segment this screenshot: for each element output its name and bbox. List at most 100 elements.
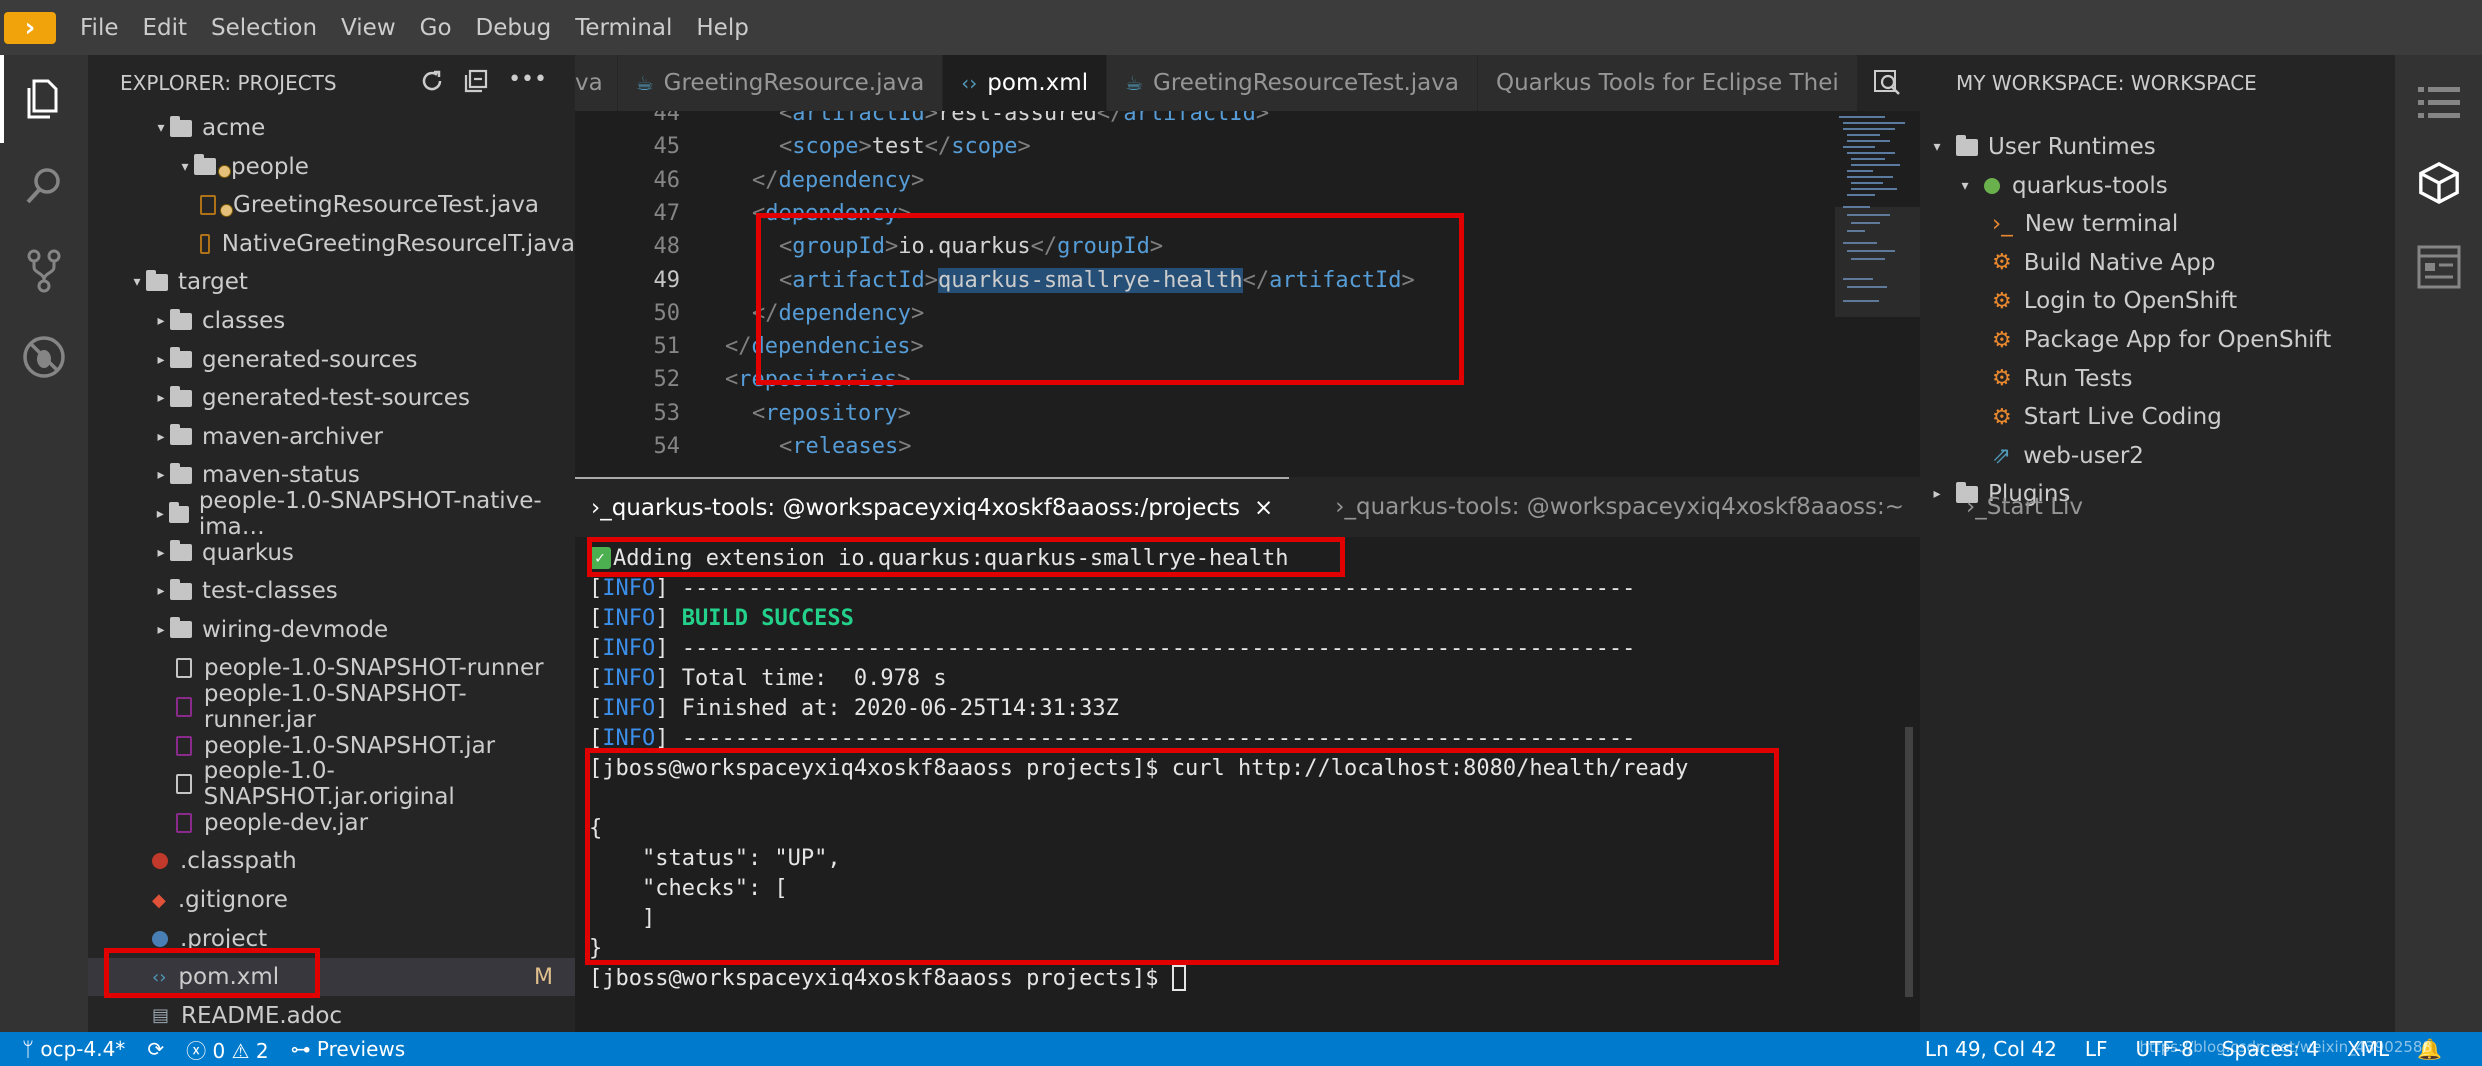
code-line[interactable]: 46 </dependency>	[575, 164, 1920, 197]
menu-help[interactable]: Help	[696, 15, 748, 41]
workspace-item[interactable]: ⚙ Run Tests	[1920, 360, 2395, 398]
terminal-tab[interactable]: ›_ quarkus-tools: @workspaceyxiq4xoskf8a…	[1319, 477, 1920, 537]
tree-item[interactable]: ◆ .gitignore	[88, 881, 575, 919]
tree-item[interactable]: people-1.0-SNAPSHOT-runner.jar	[88, 681, 575, 733]
menu-view[interactable]: View	[341, 15, 396, 41]
search-icon[interactable]	[22, 163, 66, 207]
chevron-down-icon[interactable]: ▾	[1956, 178, 1974, 194]
workspace-item[interactable]: ›_ New terminal	[1920, 205, 2395, 243]
code-editor[interactable]: 44 <artifactId>rest-assured</artifactId> 4…	[575, 111, 1920, 477]
folder-icon	[146, 269, 168, 291]
tree-item[interactable]: ▾ acme	[88, 109, 575, 147]
code-line[interactable]: 51 </dependencies>	[575, 330, 1920, 363]
more-actions-icon[interactable]: •••	[508, 69, 547, 98]
editor-tab[interactable]: Quarkus Tools for Eclipse Thei	[1477, 55, 1858, 111]
code-line[interactable]: 49 <artifactId>quarkus-smallrye-health</a…	[575, 264, 1920, 297]
menu-terminal[interactable]: Terminal	[575, 15, 672, 41]
code-line[interactable]: 47 <dependency>	[575, 197, 1920, 230]
previews-item[interactable]: ⊶ Previews	[291, 1037, 406, 1061]
code-line[interactable]: 45 <scope>test</scope>	[575, 130, 1920, 163]
tree-item[interactable]: .project	[88, 920, 575, 958]
tree-item[interactable]: ▸ test-classes	[88, 572, 575, 610]
explorer-files-icon[interactable]	[22, 77, 66, 121]
tree-item[interactable]: ▸ maven-archiver	[88, 418, 575, 456]
workspace-item[interactable]: ▾ quarkus-tools	[1920, 167, 2395, 205]
tree-item[interactable]: ▾ people	[88, 148, 575, 186]
outline-list-icon[interactable]	[2417, 81, 2461, 125]
menu-file[interactable]: File	[80, 15, 119, 41]
chevron-right-icon[interactable]: ▸	[152, 545, 170, 561]
editor-tab[interactable]: ‹› pom.xml	[943, 55, 1108, 111]
tree-item[interactable]: people-1.0-SNAPSHOT.jar.original	[88, 758, 575, 810]
chevron-right-icon[interactable]: ▸	[152, 313, 170, 329]
tree-item[interactable]: ▸ wiring-devmode	[88, 611, 575, 649]
code-line[interactable]: 53 <repository>	[575, 397, 1920, 430]
code-line[interactable]: 48 <groupId>io.quarkus</groupId>	[575, 230, 1920, 263]
menu-edit[interactable]: Edit	[143, 15, 188, 41]
workspace-item[interactable]: ⚙ Package App for OpenShift	[1920, 321, 2395, 359]
chevron-down-icon[interactable]: ▾	[1928, 139, 1946, 155]
workspace-item[interactable]: ⇗ web-user2	[1920, 437, 2395, 475]
source-control-icon[interactable]	[22, 249, 66, 293]
tree-item[interactable]: ▾ target	[88, 263, 575, 301]
java-file-icon: ☕	[635, 71, 654, 95]
tree-item[interactable]: ▸ generated-test-sources	[88, 379, 575, 417]
refresh-icon[interactable]	[420, 69, 444, 98]
tree-item[interactable]: ▤ README.adoc	[88, 997, 575, 1035]
debug-icon[interactable]	[22, 335, 66, 379]
branch-name: ocp-4.4*	[40, 1037, 126, 1061]
problems-item[interactable]: ⓧ 0 ⚠ 2	[186, 1035, 268, 1064]
terminal-scrollbar[interactable]	[1905, 727, 1913, 997]
chevron-right-icon[interactable]: ▸	[152, 622, 170, 638]
terminal-tab[interactable]: ›_ Start Liv	[1950, 477, 2099, 537]
close-icon[interactable]: ×	[1254, 495, 1273, 521]
workspace-item[interactable]: ▾ User Runtimes	[1920, 128, 2395, 166]
tree-item[interactable]: NativeGreetingResourceIT.java	[88, 225, 575, 263]
terminal[interactable]: ✓ Adding extension io.quarkus:quarkus-sma…	[575, 537, 1920, 1032]
workspace-item[interactable]: ⚙ Login to OpenShift	[1920, 282, 2395, 320]
preview-panel-icon[interactable]	[2417, 245, 2461, 289]
chevron-right-icon[interactable]: ▸	[152, 467, 170, 483]
chevron-right-icon[interactable]: ▸	[1928, 486, 1946, 502]
menu-selection[interactable]: Selection	[211, 15, 317, 41]
chevron-right-icon[interactable]: ▸	[152, 429, 170, 445]
tree-item[interactable]: .classpath	[88, 842, 575, 880]
workspace-item[interactable]: ⚙ Build Native App	[1920, 244, 2395, 282]
collapse-all-icon[interactable]	[464, 69, 488, 98]
sync-icon[interactable]: ⟳	[147, 1037, 164, 1061]
editor-tab[interactable]: ☕ GreetingResource.java	[617, 55, 944, 111]
editor-tab[interactable]: va	[575, 55, 618, 111]
cursor-position[interactable]: Ln 49, Col 42	[1925, 1037, 2057, 1061]
chevron-down-icon[interactable]: ▾	[128, 274, 146, 290]
menu-go[interactable]: Go	[420, 15, 452, 41]
app-logo-icon[interactable]: ›	[4, 11, 56, 44]
tree-item[interactable]: GreetingResourceTest.java	[88, 186, 575, 224]
terminal-tab[interactable]: ›_ quarkus-tools: @workspaceyxiq4xoskf8a…	[575, 477, 1290, 537]
editor-tab[interactable]: ☕ GreetingResourceTest.java	[1107, 55, 1478, 111]
tree-item[interactable]: ▸ generated-sources	[88, 341, 575, 379]
chevron-right-icon[interactable]: ▸	[152, 583, 170, 599]
chevron-down-icon[interactable]: ▾	[152, 120, 170, 136]
code-line[interactable]: 54 <releases>	[575, 430, 1920, 463]
chevron-right-icon[interactable]: ▸	[152, 352, 170, 368]
minimap[interactable]	[1835, 111, 1920, 477]
code-line[interactable]: 44 <artifactId>rest-assured</artifactId>	[575, 111, 1920, 130]
tree-item[interactable]: ‹› pom.xml M	[88, 958, 575, 997]
code-line[interactable]: 50 </dependency>	[575, 297, 1920, 330]
eol-indicator[interactable]: LF	[2085, 1037, 2108, 1061]
menu-debug[interactable]: Debug	[476, 15, 552, 41]
tree-item[interactable]: ▸ classes	[88, 302, 575, 340]
activity-bar-right	[2395, 55, 2482, 1032]
chevron-down-icon[interactable]: ▾	[176, 159, 194, 175]
workspace-box-icon[interactable]	[2417, 161, 2461, 205]
tree-item[interactable]: people-dev.jar	[88, 804, 575, 842]
tree-item[interactable]: ▸ quarkus	[88, 534, 575, 572]
open-preview-icon[interactable]	[1873, 68, 1901, 100]
chevron-right-icon[interactable]: ▸	[152, 506, 169, 522]
chevron-right-icon[interactable]: ▸	[152, 390, 170, 406]
code-line[interactable]: 52 <repositories>	[575, 363, 1920, 396]
log-level: INFO	[602, 575, 656, 601]
workspace-item[interactable]: ⚙ Start Live Coding	[1920, 398, 2395, 436]
branch-item[interactable]: ᛘ ocp-4.4*	[22, 1037, 125, 1061]
tree-item[interactable]: ▸ people-1.0-SNAPSHOT-native-ima…	[88, 488, 575, 540]
